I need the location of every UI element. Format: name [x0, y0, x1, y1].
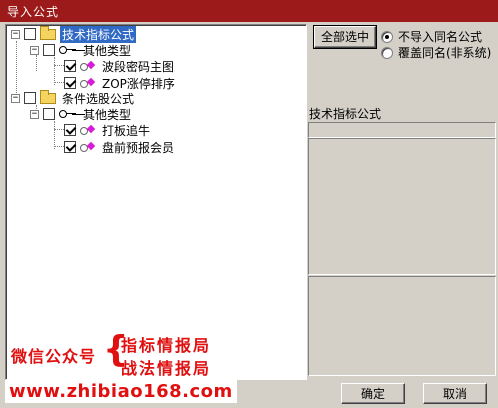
watermark-line-b: 战法情报局 [121, 359, 212, 378]
parameter-panel [308, 276, 496, 376]
watermark-wechat-label: 微信公众号 [11, 347, 97, 366]
tree-node-label[interactable]: 条件选股公式 [60, 90, 136, 107]
radio-icon[interactable] [381, 46, 393, 59]
checkbox[interactable] [43, 108, 55, 120]
ok-button[interactable]: 确定 [341, 383, 405, 404]
collapse-toggle-icon[interactable]: − [30, 109, 39, 119]
checkbox[interactable] [24, 28, 36, 40]
radio-label: 覆盖同名(非系统) [398, 46, 492, 60]
tree-line [54, 146, 64, 147]
tree-node-stock-screening[interactable]: − 条件选股公式 [11, 89, 136, 107]
radio-selected-icon[interactable] [381, 30, 393, 43]
checkbox-checked[interactable] [64, 124, 76, 136]
window-title: 导入公式 [0, 0, 498, 22]
tree-line [54, 57, 55, 85]
formula-tree[interactable]: − 技术指标公式 − 其他类型 波段密码主图 ZOP涨停排序 − 条件选股公式 … [5, 24, 307, 380]
tree-node-other-type-2[interactable]: − 其他类型 [30, 106, 133, 122]
key-icon [59, 109, 77, 119]
formula-icon [80, 61, 96, 71]
checkbox[interactable] [24, 92, 36, 104]
import-formula-dialog: 导入公式 − 技术指标公式 − 其他类型 波段密码主图 ZOP涨停排序 − 条件… [0, 0, 498, 408]
watermark-url: www.zhibiao168.com [5, 380, 237, 403]
tree-leaf-formula[interactable]: 波段密码主图 [64, 58, 176, 74]
description-title: 技术指标公式 [309, 107, 382, 121]
formula-icon [80, 125, 96, 135]
cancel-button[interactable]: 取消 [423, 383, 487, 404]
collapse-toggle-icon[interactable]: − [11, 29, 20, 39]
collapse-toggle-icon[interactable]: − [11, 93, 20, 103]
tree-line [54, 129, 64, 130]
formula-icon [80, 142, 96, 152]
description-panel [308, 138, 496, 275]
radio-label: 不导入同名公式 [398, 30, 483, 44]
tree-leaf-label[interactable]: 盘前预报会员 [100, 139, 176, 156]
tree-node-other-type-1[interactable]: − 其他类型 [30, 42, 133, 58]
tree-line [54, 65, 64, 66]
tree-leaf-formula[interactable]: 打板追牛 [64, 122, 152, 138]
tree-line [54, 82, 64, 83]
collapse-toggle-icon[interactable]: − [30, 45, 39, 55]
checkbox-checked[interactable] [64, 60, 76, 72]
folder-icon [40, 25, 56, 40]
tree-leaf-formula[interactable]: 盘前预报会员 [64, 139, 176, 155]
radio-overwrite-same-name[interactable]: 覆盖同名(非系统) [381, 44, 491, 61]
tree-node-label[interactable]: 其他类型 [81, 106, 133, 123]
checkbox-checked[interactable] [64, 141, 76, 153]
folder-icon [40, 89, 56, 104]
tree-line [54, 121, 55, 149]
tree-leaf-label[interactable]: 打板追牛 [100, 122, 152, 139]
tree-node-label[interactable]: 其他类型 [81, 42, 133, 59]
tree-leaf-label[interactable]: 波段密码主图 [100, 58, 176, 75]
checkbox-checked[interactable] [64, 77, 76, 89]
description-header-panel [308, 122, 496, 138]
key-icon [59, 45, 77, 55]
select-all-button[interactable]: 全部选中 [313, 25, 377, 49]
tree-node-label[interactable]: 技术指标公式 [60, 25, 137, 43]
radio-no-import-same-name[interactable]: 不导入同名公式 [381, 28, 482, 45]
watermark-line-a: 指标情报局 [121, 336, 212, 355]
checkbox[interactable] [43, 44, 55, 56]
formula-icon [80, 78, 96, 88]
tree-node-technical-indicators[interactable]: − 技术指标公式 [11, 25, 137, 43]
